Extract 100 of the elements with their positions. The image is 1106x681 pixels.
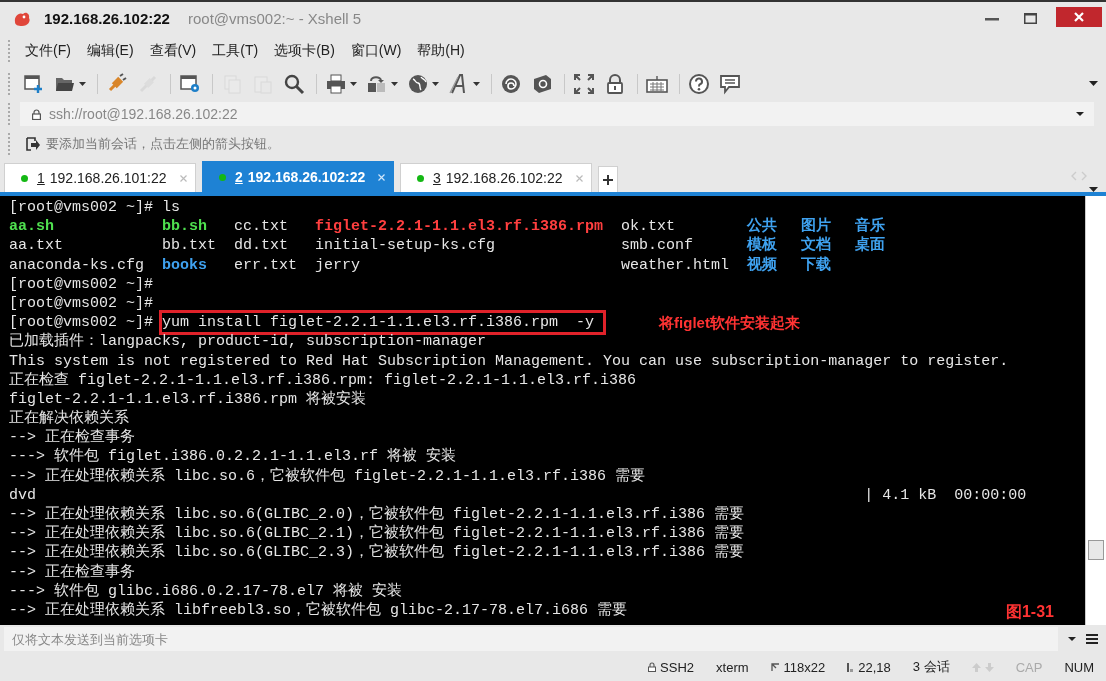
- menu-item[interactable]: 工具(T): [207, 40, 264, 62]
- status-text: 3 会话: [912, 658, 950, 676]
- file-name: anaconda-ks.cfg: [9, 255, 146, 275]
- lock-icon: [32, 108, 41, 120]
- terminal-line: [root@vms002 ~]#: [9, 274, 154, 294]
- hint-text: 要添加当前会话，点击左侧的箭头按钮。: [46, 135, 280, 153]
- menu-item[interactable]: 文件(F): [20, 40, 76, 62]
- terminal-line: figlet-2.2.1-1.1.el3.rf.i386.rpm 将被安装: [9, 389, 367, 409]
- session-tab[interactable]: 2 192.168.26.102:22: [202, 161, 394, 192]
- annotation-text: 将figlet软件安装起来: [659, 313, 800, 333]
- terminal-line: ---> 软件包 glibc.i686.0.2.17-78.el7 将被 安装: [9, 581, 403, 601]
- scrollbar[interactable]: [1085, 196, 1106, 625]
- session-tab[interactable]: 3 192.168.26.102:22: [400, 163, 592, 192]
- terminal-line: 已加载插件：langpacks, product-id, subscription-manager: [9, 332, 487, 352]
- file-name: books: [162, 255, 209, 275]
- figure-label: 图1-31: [1005, 602, 1054, 622]
- caret-icon: [473, 81, 480, 86]
- fullscreen-icon: [573, 72, 595, 95]
- menu-item[interactable]: 选项卡(B): [269, 40, 340, 62]
- status-text: 118x22: [783, 659, 826, 675]
- scrollbar-thumb[interactable]: [1088, 540, 1104, 560]
- file-name: bb.sh: [162, 217, 209, 237]
- menu-icon[interactable]: [1086, 634, 1098, 644]
- caret-icon: [350, 81, 357, 86]
- file-name: aa.txt: [9, 236, 64, 256]
- caret-icon: [1076, 112, 1084, 116]
- file-name: 下载: [801, 255, 833, 275]
- file-name: bb.txt: [162, 236, 218, 256]
- menu-item[interactable]: 编辑(E): [81, 40, 139, 62]
- menu-item[interactable]: 帮助(H): [412, 40, 470, 62]
- terminal-line: [root@vms002 ~]#: [9, 293, 154, 314]
- help-icon: [688, 72, 710, 95]
- terminal-prompt: [root@vms002 ~]#: [9, 313, 154, 332]
- status-text: 22,18: [858, 659, 891, 675]
- swirl-icon: [500, 72, 522, 95]
- file-name: smb.conf: [621, 236, 695, 256]
- terminal-line: [root@vms002 ~]# ls: [9, 198, 181, 218]
- terminal-line: ---> 软件包 figlet.i386.0.2.2.1-1.1.el3.rf 将被 安装: [9, 447, 457, 467]
- caret-icon: [391, 81, 398, 86]
- file-name: err.txt: [234, 255, 299, 275]
- file-name: ok.txt: [621, 217, 677, 237]
- file-name: initial-setup-ks.cfg: [315, 236, 497, 256]
- file-name: 视频: [747, 255, 779, 275]
- caret-icon: [79, 81, 86, 86]
- progress-text: | 4.1 kB 00:00:00: [864, 485, 1027, 505]
- chat-icon: [719, 72, 741, 95]
- file-name: weather.html: [621, 255, 731, 275]
- window-title: 192.168.26.102:22: [44, 10, 170, 27]
- status-text: xterm: [716, 659, 749, 675]
- file-name: 模板: [747, 236, 779, 256]
- file-name: 文档: [801, 236, 833, 256]
- window-subtitle: root@vms002:~ - Xshell 5: [187, 10, 362, 27]
- maximize-icon: [1023, 13, 1037, 24]
- terminal-line: 正在检查 figlet-2.2.1-1.1.el3.rf.i386.rpm: figlet-2.2.1-1.1.el3.rf.i386: [9, 370, 637, 390]
- caret-icon[interactable]: [1068, 637, 1076, 641]
- resize-icon: [770, 662, 780, 672]
- session-tab[interactable]: 1 192.168.26.101:22: [4, 163, 196, 192]
- file-name: jerry: [315, 255, 362, 275]
- search-icon: [283, 72, 305, 95]
- cursor-icon: [847, 662, 855, 672]
- minimize-icon: [985, 16, 999, 21]
- window-gear-icon: [179, 72, 201, 95]
- file-name: 公共: [747, 217, 779, 236]
- highlighted-command: yum install figlet-2.2.1-1.1.el3.rf.i386.rpm -y: [162, 313, 604, 333]
- terminal-line: --> 正在处理依赖关系 libfreebl3.so，它被软件包 glibc-2.17-78.el7.i686 需要: [9, 600, 628, 621]
- file-name: 音乐: [855, 217, 887, 236]
- close-button[interactable]: [1056, 7, 1102, 27]
- status-text: NUM: [1064, 659, 1094, 675]
- terminal-line: --> 正在处理依赖关系 libc.so.6(GLIBC_2.1)，它被软件包 figlet-2.2.1-1.1.el3.rf.i386 需要: [9, 524, 745, 543]
- terminal-line: --> 正在处理依赖关系 libc.so.6(GLIBC_2.3)，它被软件包 figlet-2.2.1-1.1.el3.rf.i386 需要: [9, 543, 745, 563]
- terminal-line: This system is not registered to Red Hat Subscription Management. You can use subscription-manager to register.: [9, 351, 1009, 371]
- status-text: SSH2: [660, 659, 695, 675]
- printer-icon: [325, 72, 347, 95]
- caret-icon[interactable]: [1089, 81, 1098, 86]
- file-name: figlet-2.2.1-1.1.el3.rf.i386.rpm: [315, 217, 605, 237]
- caret-icon: [432, 81, 439, 86]
- terminal-line: --> 正在检查事务: [9, 428, 135, 448]
- file-name: aa.sh: [9, 217, 55, 237]
- file-name: 图片: [801, 217, 833, 236]
- file-name: dd.txt: [234, 236, 290, 256]
- add-tab-button[interactable]: [598, 166, 618, 192]
- terminal-line: dvd: [9, 485, 37, 505]
- terminal-line: 正在解决依赖关系: [9, 409, 129, 428]
- terminal-line: --> 正在检查事务: [9, 562, 135, 582]
- close-icon[interactable]: [378, 173, 385, 181]
- terminal-line: --> 正在处理依赖关系 libc.so.6，它被软件包 figlet-2.2.1-1.1.el3.rf.i386 需要: [9, 466, 646, 486]
- plus-icon: [603, 174, 613, 185]
- globe-icon: [407, 72, 429, 95]
- new-session-icon: [23, 72, 45, 95]
- lock-icon: [604, 72, 626, 95]
- file-name: 桌面: [855, 236, 887, 256]
- status-text: CAP: [1015, 659, 1043, 675]
- terminal-line: --> 正在处理依赖关系 libc.so.6(GLIBC_2.0)，它被软件包 figlet-2.2.1-1.1.el3.rf.i386 需要: [9, 505, 745, 524]
- compose-field[interactable]: 仅将文本发送到当前选项卡: [4, 627, 1058, 651]
- menu-item[interactable]: 查看(V): [144, 40, 202, 62]
- lock-icon: [648, 662, 657, 672]
- file-name: cc.txt: [234, 217, 290, 237]
- arrow-icon[interactable]: [26, 137, 40, 151]
- menu-item[interactable]: 窗口(W): [345, 40, 407, 62]
- close-icon: [1074, 12, 1084, 22]
